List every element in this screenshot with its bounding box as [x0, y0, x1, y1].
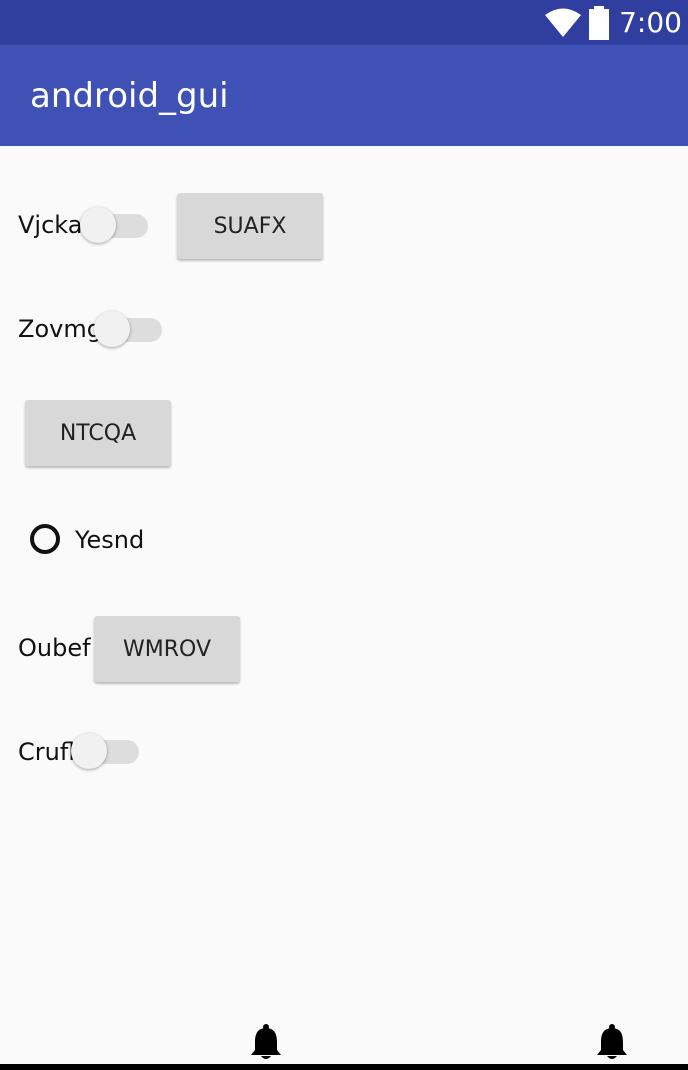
status-bar: 7:00 — [0, 0, 688, 45]
switch-label-crufl: Crufl — [18, 738, 75, 766]
switch-thumb — [94, 311, 130, 347]
yesnd-radio[interactable] — [30, 524, 60, 554]
zovmg-switch[interactable] — [94, 311, 162, 347]
bell-icon[interactable] — [250, 1024, 282, 1062]
status-icons: 7:00 — [545, 0, 682, 45]
app-bar: android_gui — [0, 45, 688, 146]
switch-thumb — [80, 207, 116, 243]
switch-label-zovmg: Zovmg — [18, 315, 102, 343]
switch-label-vjcka: Vjcka — [18, 211, 83, 239]
oubef-label: Oubef — [18, 634, 91, 662]
battery-icon — [589, 5, 610, 40]
bell-icon[interactable] — [596, 1024, 628, 1062]
app-title: android_gui — [30, 76, 229, 116]
bottom-edge-bar — [0, 1064, 688, 1070]
crufl-switch[interactable] — [71, 733, 139, 769]
wmrov-button[interactable]: WMROV — [94, 616, 240, 682]
status-time: 7:00 — [619, 6, 682, 39]
switch-thumb — [71, 733, 107, 769]
vjcka-switch[interactable] — [80, 207, 148, 243]
ntcqa-button[interactable]: NTCQA — [25, 400, 171, 466]
radio-label-yesnd[interactable]: Yesnd — [75, 526, 144, 554]
wifi-icon — [545, 8, 582, 37]
suafx-button[interactable]: SUAFX — [177, 193, 323, 259]
